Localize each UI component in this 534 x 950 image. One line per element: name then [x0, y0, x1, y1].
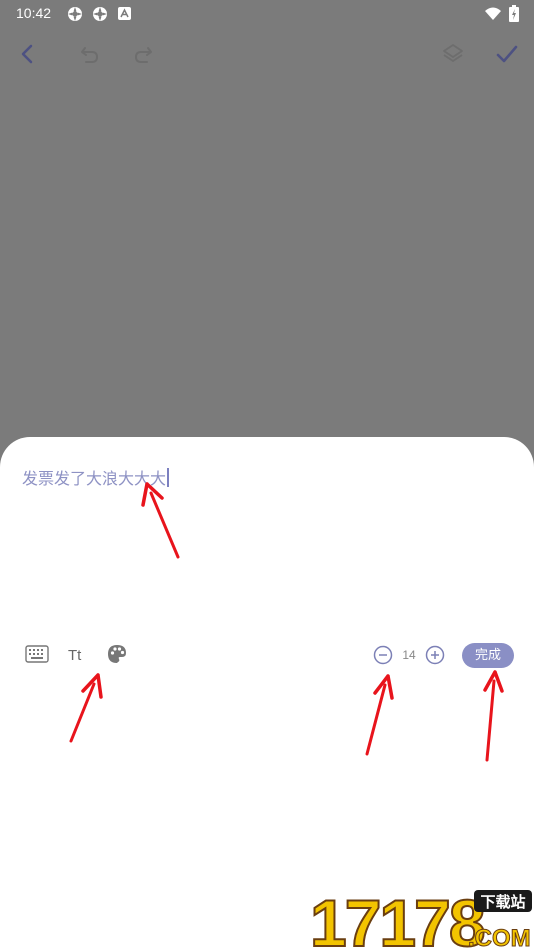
undo-icon[interactable]: [76, 40, 104, 68]
text-editor-sheet: 发票发了大浪大大大 Tt 14 完成: [0, 437, 534, 950]
back-icon[interactable]: [14, 40, 42, 68]
watermark-badge: 下载站: [480, 893, 525, 911]
increase-size-icon[interactable]: [425, 645, 445, 665]
text-style-button[interactable]: Tt: [68, 647, 81, 664]
redo-icon[interactable]: [129, 40, 157, 68]
app-notification-icon: [93, 7, 107, 21]
text-input-value: 发票发了大浪大大大: [22, 469, 167, 488]
status-time: 10:42: [16, 5, 52, 21]
site-watermark: 17178 下载站 .COM: [309, 888, 532, 950]
battery-icon: [509, 5, 519, 22]
status-bar: 10:42: [0, 0, 534, 28]
text-caret: [167, 467, 170, 487]
text-input[interactable]: 发票发了大浪大大大: [22, 465, 170, 489]
layers-icon[interactable]: [439, 40, 467, 68]
keyboard-icon[interactable]: [25, 645, 49, 663]
watermark-number: 17178: [310, 888, 484, 950]
wifi-icon: [485, 7, 501, 20]
palette-icon[interactable]: [106, 643, 128, 665]
watermark-domain: .COM: [468, 925, 531, 950]
decrease-size-icon[interactable]: [373, 645, 393, 665]
done-button[interactable]: 完成: [462, 643, 514, 668]
a-notification-icon: [118, 7, 131, 20]
app-notification-icon: [68, 7, 82, 21]
font-size-value: 14: [402, 648, 416, 662]
check-icon[interactable]: [493, 40, 521, 68]
